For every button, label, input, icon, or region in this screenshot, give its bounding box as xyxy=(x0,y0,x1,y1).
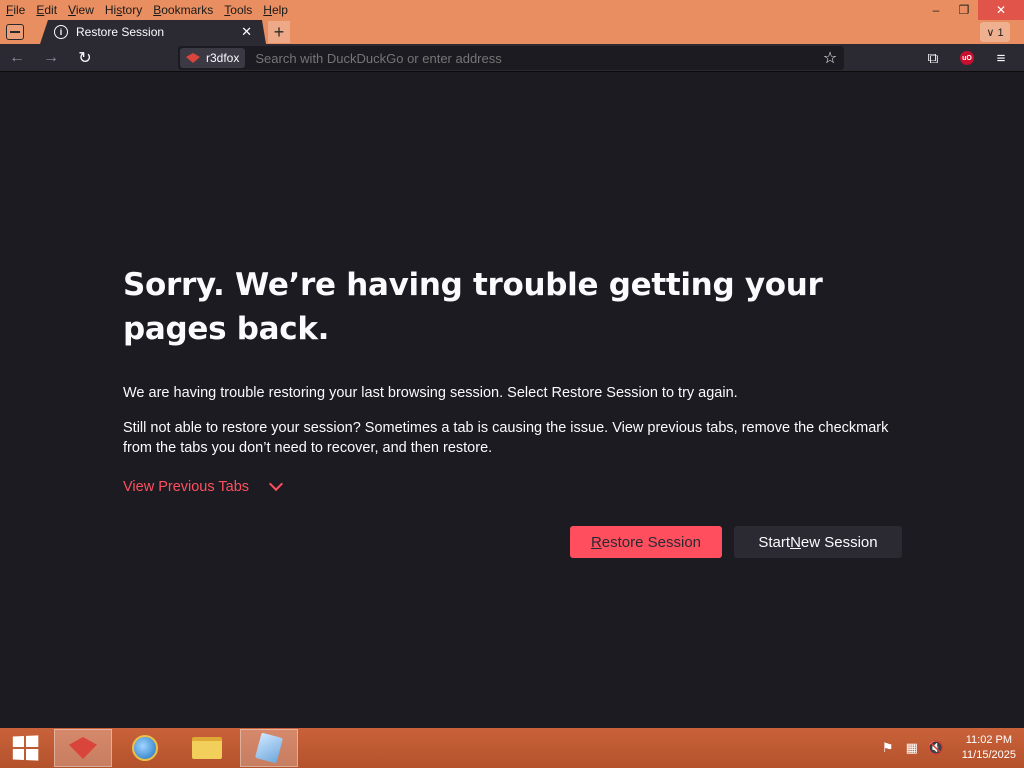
url-bar[interactable]: r3dfox ☆ xyxy=(178,46,844,70)
restore-window-button[interactable]: ❐ xyxy=(950,0,978,20)
hamburger-menu-icon[interactable]: ≡ xyxy=(986,44,1016,72)
start-button[interactable] xyxy=(0,728,50,768)
windows-logo-icon xyxy=(12,735,39,761)
restore-session-button[interactable]: Restore Session xyxy=(570,526,722,558)
folder-icon xyxy=(192,737,222,759)
tab-close-icon[interactable]: ✕ xyxy=(241,24,252,40)
network-icon[interactable]: ▦ xyxy=(900,740,924,756)
tab-title: Restore Session xyxy=(76,25,165,39)
r3dfox-icon xyxy=(69,737,97,759)
window-controls: – ❐ ✕ xyxy=(922,0,1024,20)
menu-tools[interactable]: Tools xyxy=(218,0,257,20)
volume-muted-icon[interactable]: 🔇 xyxy=(924,740,948,756)
menu-history[interactable]: History xyxy=(99,0,147,20)
ublock-button[interactable]: uO xyxy=(952,44,982,72)
identity-box[interactable]: r3dfox xyxy=(180,48,246,68)
identity-label: r3dfox xyxy=(206,51,240,65)
help-text: Still not able to restore your session? … xyxy=(123,420,889,456)
url-input[interactable] xyxy=(255,50,816,66)
info-icon: i xyxy=(54,25,68,39)
tab-strip: i Restore Session ✕ + ∨ 1 xyxy=(0,20,1024,44)
bookmark-star-icon[interactable]: ☆ xyxy=(816,48,844,68)
taskbar: ⚑ ▦ 🔇 11:02 PM 11/15/2025 xyxy=(0,728,1024,768)
extensions-icon[interactable]: ⧉ xyxy=(918,44,948,72)
navigation-toolbar: ← → ↻ r3dfox ☆ ⧉ uO ≡ xyxy=(0,44,1024,72)
view-previous-tabs-toggle[interactable]: View Previous Tabs xyxy=(123,476,284,495)
chevron-down-icon xyxy=(268,476,284,492)
back-button[interactable]: ← xyxy=(0,44,34,72)
forward-button[interactable]: → xyxy=(34,44,68,72)
clock[interactable]: 11:02 PM 11/15/2025 xyxy=(962,733,1016,763)
clock-date: 11/15/2025 xyxy=(961,749,1016,761)
taskbar-app-internet-explorer[interactable] xyxy=(116,729,174,767)
minimize-button[interactable]: – xyxy=(922,0,950,20)
close-window-button[interactable]: ✕ xyxy=(978,0,1024,20)
firefox-view-icon xyxy=(6,24,24,40)
menu-bar: File Edit View History Bookmarks Tools H… xyxy=(0,0,1024,20)
menu-view[interactable]: View xyxy=(62,0,99,20)
system-tray: ⚑ ▦ 🔇 11:02 PM 11/15/2025 xyxy=(876,728,1016,768)
flag-icon[interactable]: ⚑ xyxy=(876,740,900,756)
new-tab-button[interactable]: + xyxy=(268,21,290,43)
taskbar-app-r3dfox[interactable] xyxy=(54,729,112,767)
toolbar-right: ⧉ uO ≡ xyxy=(918,44,1016,72)
menu-help[interactable]: Help xyxy=(257,0,293,20)
taskbar-app-file-explorer[interactable] xyxy=(178,729,236,767)
internet-explorer-icon xyxy=(132,735,158,761)
page-title: Sorry. We’re having trouble getting your… xyxy=(123,267,823,347)
taskbar-app-document[interactable] xyxy=(240,729,298,767)
menu-bookmarks[interactable]: Bookmarks xyxy=(147,0,218,20)
menu-file[interactable]: File xyxy=(0,0,30,20)
menu-edit[interactable]: Edit xyxy=(30,0,62,20)
view-previous-tabs-label: View Previous Tabs xyxy=(123,479,250,495)
error-description: We are having trouble restoring your las… xyxy=(123,385,738,401)
clock-time: 11:02 PM xyxy=(965,734,1013,746)
start-new-session-button[interactable]: Start New Session xyxy=(734,526,902,558)
reload-button[interactable]: ↻ xyxy=(68,44,102,72)
tab-restore-session[interactable]: i Restore Session ✕ xyxy=(40,20,266,44)
ublock-icon: uO xyxy=(960,51,974,65)
document-icon xyxy=(255,732,283,764)
page-content: Sorry. We’re having trouble getting your… xyxy=(0,73,1024,728)
firefox-view-button[interactable] xyxy=(0,20,30,44)
r3dfox-icon xyxy=(186,53,200,63)
list-all-tabs-button[interactable]: ∨ 1 xyxy=(980,22,1010,42)
